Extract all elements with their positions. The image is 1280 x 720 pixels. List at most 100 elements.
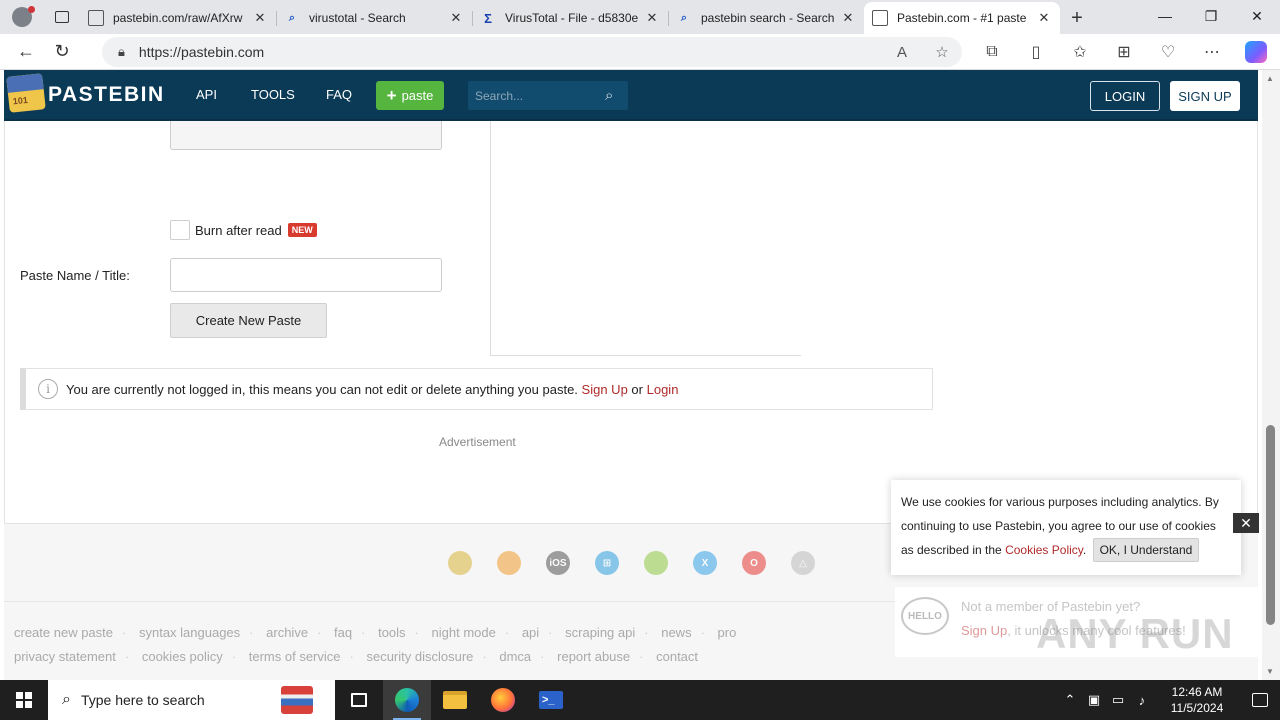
volume-icon[interactable]: ♪: [1130, 693, 1154, 708]
favorite-star-icon[interactable]: ☆: [922, 43, 962, 61]
browser-tab-1[interactable]: pastebin.com/raw/AfXrw ✕: [80, 2, 276, 34]
extensions-icon[interactable]: ⧉: [970, 37, 1014, 67]
nav-api[interactable]: API: [196, 87, 217, 102]
footer-link[interactable]: news: [661, 625, 691, 640]
copilot-icon[interactable]: [1245, 41, 1267, 63]
notification-center-button[interactable]: [1240, 680, 1280, 720]
firefox-taskbar-button[interactable]: [479, 680, 527, 720]
file-explorer-button[interactable]: [431, 680, 479, 720]
taskbar-search-box[interactable]: ⌕ Type here to search: [48, 680, 335, 720]
edge-icon: [395, 688, 419, 712]
close-window-button[interactable]: ✕: [1234, 0, 1280, 32]
search-icon: ⌕: [288, 11, 296, 24]
page-scrollbar[interactable]: ▲ ▼: [1262, 70, 1280, 680]
powershell-taskbar-button[interactable]: >_: [527, 680, 575, 720]
notice-signup-link[interactable]: Sign Up: [582, 382, 628, 397]
footer-link[interactable]: dmca: [499, 649, 531, 664]
browser-tab-2[interactable]: ⌕ virustotal - Search ✕: [276, 2, 472, 34]
footer-link[interactable]: create new paste: [14, 625, 113, 640]
chrome-icon[interactable]: [448, 551, 472, 575]
clock[interactable]: 12:46 AM 11/5/2024: [1158, 684, 1236, 716]
start-button[interactable]: [0, 680, 48, 720]
scroll-up-arrow-icon[interactable]: ▲: [1266, 74, 1274, 83]
close-icon[interactable]: ✕: [252, 10, 268, 26]
firefox-icon[interactable]: [497, 551, 521, 575]
address-bar[interactable]: 🔒︎ https://pastebin.com A ☆: [102, 37, 962, 67]
nav-tools[interactable]: TOOLS: [251, 87, 295, 102]
close-icon[interactable]: ✕: [448, 10, 464, 26]
tab-actions-button[interactable]: [44, 0, 80, 34]
split-screen-icon[interactable]: ▯: [1014, 37, 1058, 67]
restore-button[interactable]: ❐: [1188, 0, 1234, 32]
cookie-accept-button[interactable]: OK, I Understand: [1092, 538, 1200, 562]
footer-links-row-1: create new paste · syntax languages · arch…: [14, 625, 737, 640]
device-icon[interactable]: ▣: [1082, 692, 1106, 708]
new-paste-button[interactable]: + paste: [376, 81, 444, 110]
login-button[interactable]: LOGIN: [1090, 81, 1160, 111]
promo-signup-link[interactable]: Sign Up: [961, 623, 1007, 638]
macos-icon[interactable]: X: [693, 551, 717, 575]
read-aloud-icon[interactable]: A: [882, 44, 922, 61]
footer-link[interactable]: pro: [718, 625, 737, 640]
nav-faq[interactable]: FAQ: [326, 87, 352, 102]
chevron-up-icon[interactable]: ⌃: [1058, 692, 1082, 708]
search-icon[interactable]: ⌕: [605, 87, 613, 104]
previous-field-box[interactable]: [170, 121, 442, 150]
browser-tab-4[interactable]: ⌕ pastebin search - Search ✕: [668, 2, 864, 34]
footer-link[interactable]: tools: [378, 625, 405, 640]
powershell-icon: >_: [539, 691, 563, 709]
network-icon[interactable]: ▭: [1106, 692, 1130, 708]
burn-after-read-checkbox[interactable]: [170, 220, 190, 240]
footer-link[interactable]: report abuse: [557, 649, 630, 664]
browser-tab-strip: pastebin.com/raw/AfXrw ✕ ⌕ virustotal - …: [0, 0, 1280, 34]
footer-link[interactable]: security disclosure: [366, 649, 473, 664]
footer-link[interactable]: night mode: [432, 625, 496, 640]
more-menu-icon[interactable]: ⋯: [1190, 37, 1234, 67]
minimize-button[interactable]: —: [1142, 0, 1188, 32]
footer-link[interactable]: archive: [266, 625, 308, 640]
back-button[interactable]: ←: [8, 37, 44, 67]
url-text[interactable]: https://pastebin.com: [139, 44, 882, 60]
create-new-paste-button[interactable]: Create New Paste: [170, 303, 327, 338]
scrollbar-thumb[interactable]: [1266, 425, 1275, 625]
windows-icon[interactable]: ⊞: [595, 551, 619, 575]
footer-link[interactable]: api: [522, 625, 539, 640]
ios-icon[interactable]: iOS: [546, 551, 570, 575]
footer-link[interactable]: terms of service: [249, 649, 341, 664]
signup-button[interactable]: SIGN UP: [1170, 81, 1240, 111]
edge-taskbar-button[interactable]: [383, 680, 431, 720]
opera-icon[interactable]: O: [742, 551, 766, 575]
burn-after-read-label[interactable]: Burn after read: [195, 223, 282, 238]
profile-button[interactable]: [0, 0, 44, 34]
cookies-policy-link[interactable]: Cookies Policy: [1005, 543, 1083, 557]
lock-icon[interactable]: 🔒︎: [118, 44, 125, 60]
pastebin-brand[interactable]: PASTEBIN: [48, 83, 165, 107]
close-icon[interactable]: ✕: [1036, 10, 1052, 26]
pastebin-logo-icon[interactable]: 101: [6, 73, 46, 113]
notice-login-link[interactable]: Login: [647, 382, 679, 397]
refresh-button[interactable]: ↻: [44, 37, 80, 67]
scroll-down-arrow-icon[interactable]: ▼: [1266, 667, 1274, 676]
browser-tab-5-active[interactable]: Pastebin.com - #1 paste ✕: [864, 2, 1060, 34]
footer-link[interactable]: syntax languages: [139, 625, 240, 640]
promo-close-button[interactable]: ✕: [1233, 513, 1259, 533]
android-icon[interactable]: [644, 551, 668, 575]
favorites-icon[interactable]: ✩: [1058, 37, 1102, 67]
footer-link[interactable]: cookies policy: [142, 649, 223, 664]
footer-link[interactable]: contact: [656, 649, 698, 664]
virustotal-icon: Σ: [484, 10, 492, 26]
collections-icon[interactable]: ⊞: [1102, 37, 1146, 67]
footer-link[interactable]: privacy statement: [14, 649, 116, 664]
linux-icon[interactable]: △: [791, 551, 815, 575]
new-badge: NEW: [287, 223, 317, 237]
task-view-button[interactable]: [335, 680, 383, 720]
close-icon[interactable]: ✕: [644, 10, 660, 26]
close-icon[interactable]: ✕: [840, 10, 856, 26]
footer-link[interactable]: faq: [334, 625, 352, 640]
new-tab-button[interactable]: +: [1060, 2, 1094, 34]
browser-tab-3[interactable]: Σ VirusTotal - File - d5830e ✕: [472, 2, 668, 34]
paste-title-input[interactable]: [170, 258, 442, 292]
footer-link[interactable]: scraping api: [565, 625, 635, 640]
search-input[interactable]: [475, 88, 595, 103]
browser-essentials-icon[interactable]: ♡: [1146, 37, 1190, 67]
